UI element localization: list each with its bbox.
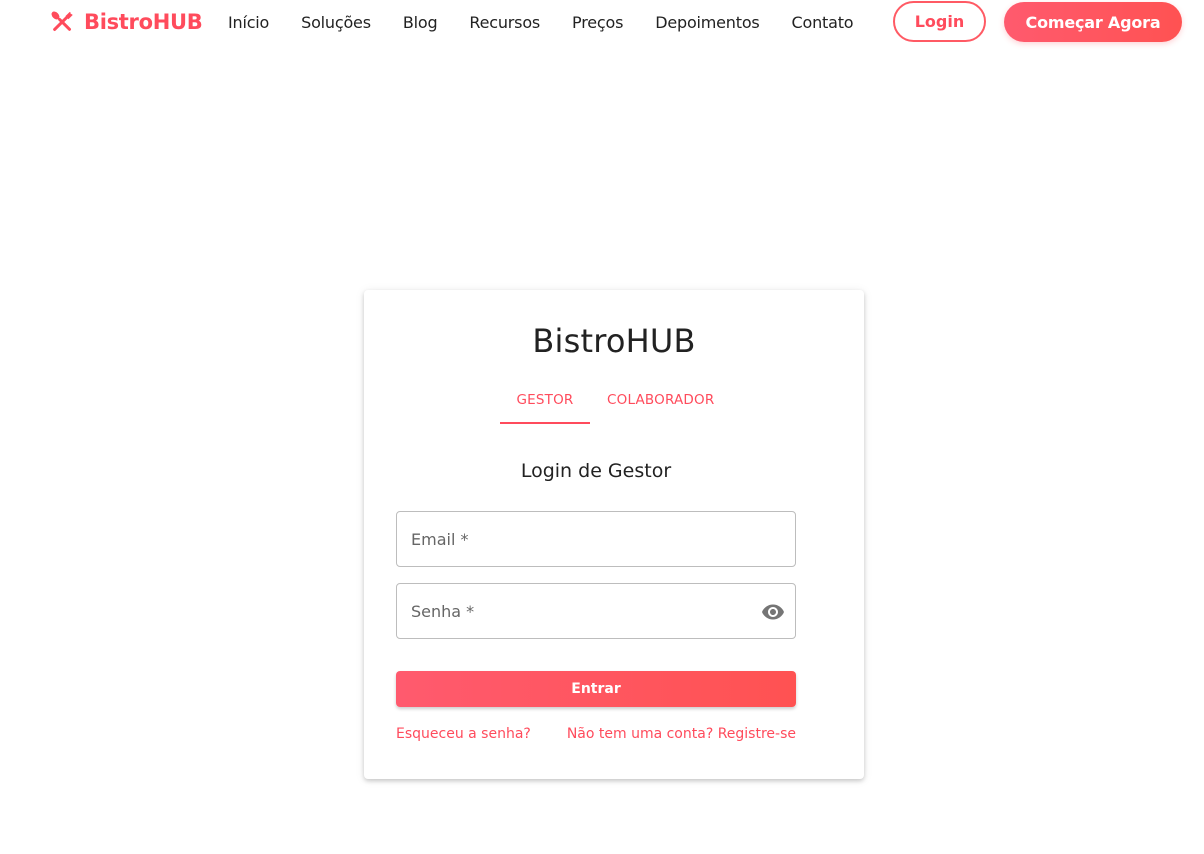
- nav-item-depoimentos[interactable]: Depoimentos: [639, 13, 775, 32]
- submit-login-button[interactable]: Entrar: [396, 671, 796, 707]
- email-field-wrapper: [396, 511, 796, 567]
- nav-item-inicio[interactable]: Início: [212, 13, 285, 32]
- nav-item-recursos[interactable]: Recursos: [453, 13, 556, 32]
- get-started-button[interactable]: Começar Agora: [1004, 2, 1182, 42]
- login-card: BistroHUB GESTOR COLABORADOR Login de Ge…: [364, 290, 864, 779]
- register-link[interactable]: Não tem uma conta? Registre-se: [567, 726, 796, 746]
- brand-logo[interactable]: BistroHUB: [48, 8, 203, 36]
- toggle-password-visibility-button[interactable]: [759, 598, 787, 626]
- header-login-button[interactable]: Login: [893, 1, 986, 42]
- top-navbar: BistroHUB Início Soluções Blog Recursos …: [0, 0, 1204, 44]
- nav-item-precos[interactable]: Preços: [556, 13, 639, 32]
- auth-links: Esqueceu a senha? Não tem uma conta? Reg…: [396, 726, 796, 746]
- main-nav: Início Soluções Blog Recursos Preços Dep…: [212, 0, 869, 44]
- nav-item-solucoes[interactable]: Soluções: [285, 13, 387, 32]
- nav-item-blog[interactable]: Blog: [387, 13, 454, 32]
- tab-colaborador[interactable]: COLABORADOR: [590, 378, 731, 422]
- utensils-crossed-icon: [51, 11, 73, 31]
- form-heading: Login de Gestor: [520, 460, 672, 482]
- email-field[interactable]: [397, 512, 795, 566]
- password-field[interactable]: [397, 584, 795, 638]
- password-field-wrapper: [396, 583, 796, 639]
- nav-item-contato[interactable]: Contato: [776, 13, 870, 32]
- brand-name: BistroHUB: [84, 10, 203, 34]
- tab-gestor[interactable]: GESTOR: [500, 378, 590, 422]
- role-tabs: GESTOR COLABORADOR: [500, 378, 731, 424]
- card-title: BistroHUB: [532, 322, 696, 360]
- active-tab-indicator: [500, 422, 590, 424]
- eye-icon: [762, 604, 784, 620]
- forgot-password-link[interactable]: Esqueceu a senha?: [396, 726, 531, 746]
